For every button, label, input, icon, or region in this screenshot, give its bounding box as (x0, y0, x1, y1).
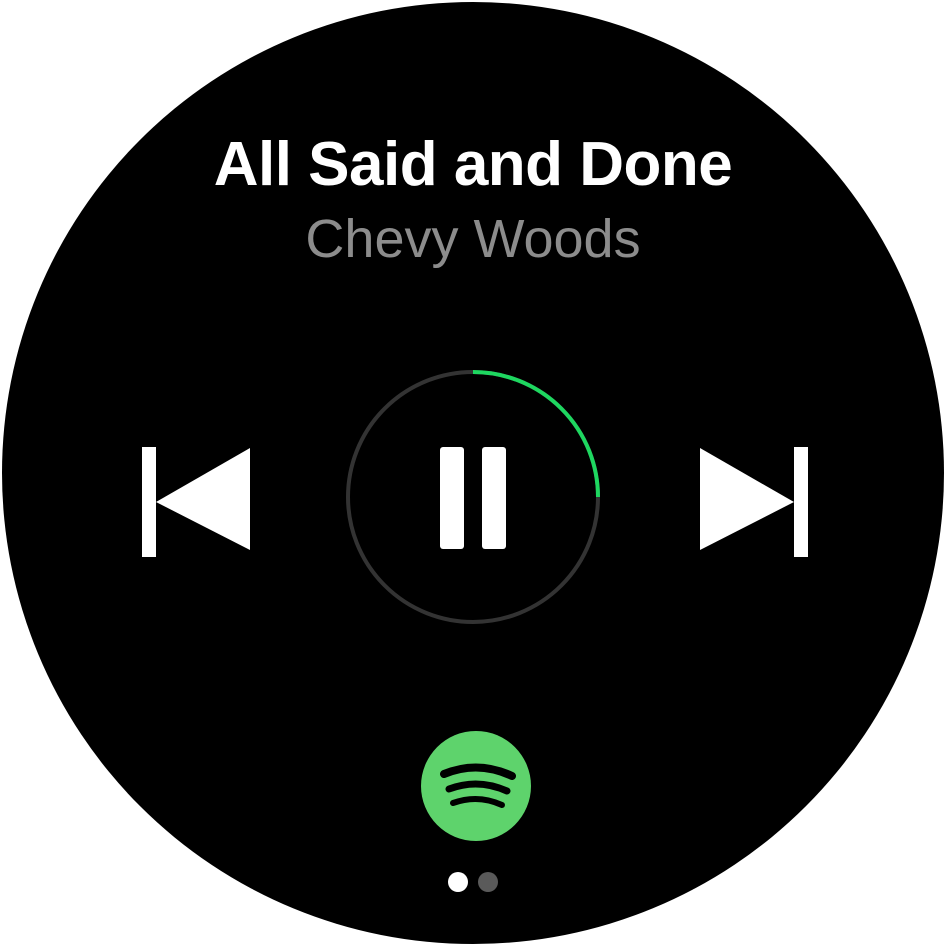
skip-next-icon (700, 447, 808, 557)
track-artist: Chevy Woods (305, 209, 641, 269)
page-indicator (448, 872, 504, 892)
next-track-button[interactable] (694, 442, 814, 562)
progress-ring (346, 370, 600, 624)
previous-track-button[interactable] (138, 442, 258, 562)
pause-icon (440, 447, 506, 549)
page-dot-inactive (478, 872, 498, 892)
screen: All Said and Done Chevy Woods (0, 0, 946, 946)
track-title: All Said and Done (213, 130, 733, 199)
skip-previous-icon (142, 447, 250, 557)
play-pause-button[interactable] (344, 368, 602, 626)
page-dot-active (448, 872, 468, 892)
spotify-logo-icon (421, 731, 531, 841)
open-spotify-button[interactable] (420, 730, 532, 842)
watch-face: All Said and Done Chevy Woods (2, 2, 944, 944)
